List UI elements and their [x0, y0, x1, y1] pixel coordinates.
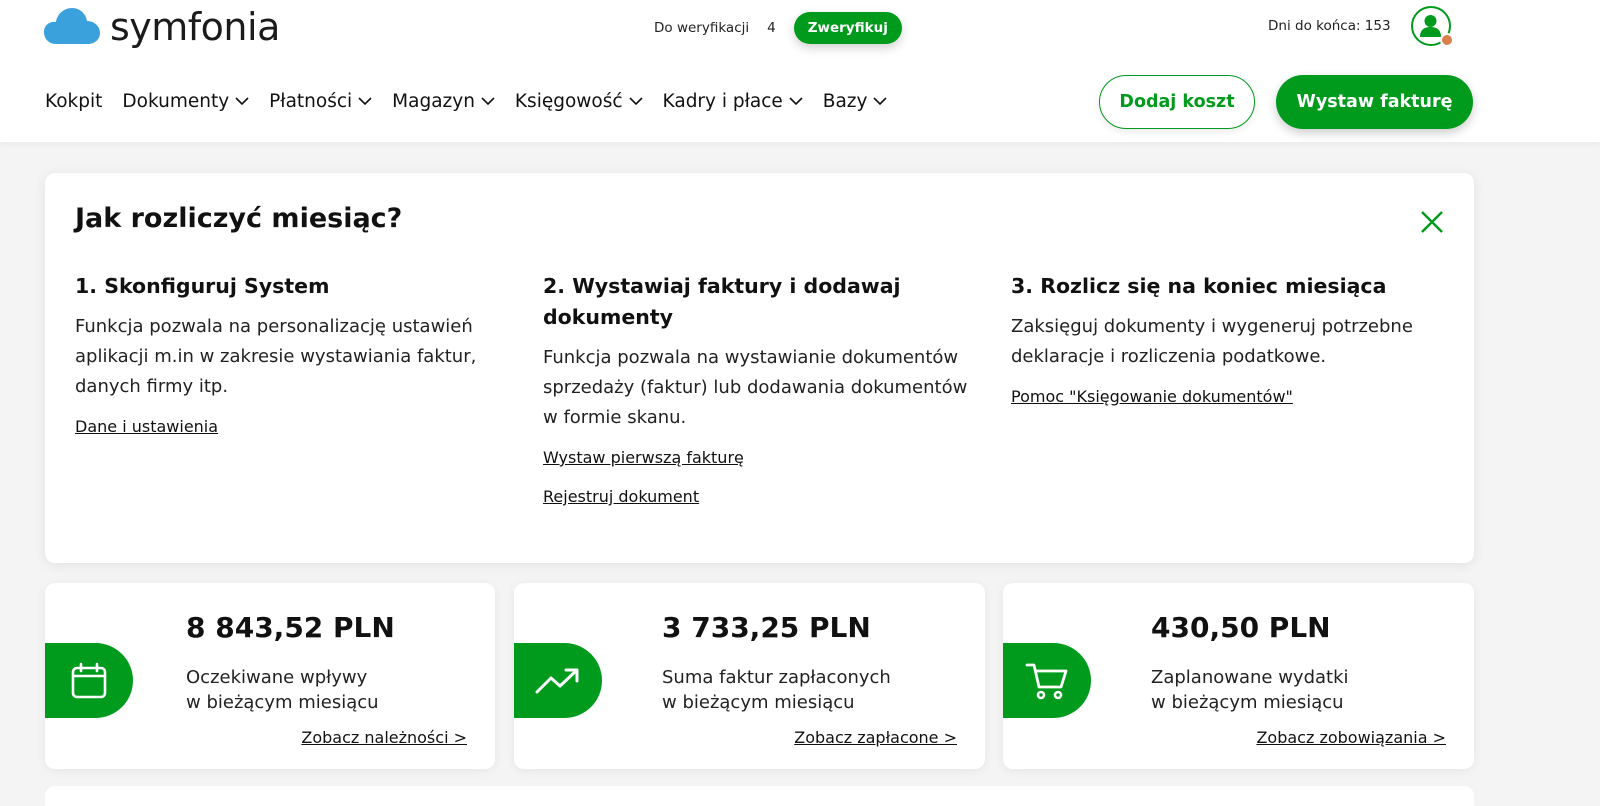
settings-link[interactable]: Dane i ustawienia — [75, 417, 505, 436]
guide-step-1: 1. Skonfiguruj System Funkcja pozwala na… — [75, 271, 505, 456]
status-dot — [1440, 33, 1454, 47]
stat-card-paid-invoices: 3 733,25 PLN Suma faktur zapłaconych w b… — [514, 583, 985, 769]
stat-description: Suma faktur zapłaconych w bieżącym miesi… — [662, 665, 891, 715]
stat-icon-tab — [1003, 643, 1091, 718]
register-document-link[interactable]: Rejestruj dokument — [543, 487, 973, 506]
paid-link[interactable]: Zobacz zapłacone > — [794, 728, 957, 747]
trending-up-icon — [535, 668, 579, 693]
verification-widget: Do weryfikacji 4 Zweryfikuj — [654, 12, 902, 44]
stat-icon-tab — [45, 643, 133, 718]
chevron-down-icon — [789, 96, 803, 106]
stat-description: Zaplanowane wydatki w bieżącym miesiącu — [1151, 665, 1349, 715]
stat-desc-line1: Oczekiwane wpływy — [186, 667, 368, 688]
stat-desc-line2: w bieżącym miesiącu — [662, 692, 855, 713]
first-invoice-link[interactable]: Wystaw pierwszą fakturę — [543, 448, 973, 467]
posting-help-link[interactable]: Pomoc "Księgowanie dokumentów" — [1011, 387, 1441, 406]
chevron-down-icon — [358, 96, 372, 106]
step-title: 2. Wystawiaj faktury i dodawaj dokumenty — [543, 274, 901, 329]
nav-item-label: Kadry i płace — [662, 90, 783, 112]
stat-description: Oczekiwane wpływy w bieżącym miesiącu — [186, 665, 379, 715]
stat-desc-line1: Suma faktur zapłaconych — [662, 667, 891, 688]
top-header: symfonia Do weryfikacji 4 Zweryfikuj Dni… — [0, 0, 1600, 142]
chevron-down-icon — [481, 96, 495, 106]
verify-button[interactable]: Zweryfikuj — [793, 12, 902, 44]
stat-amount: 430,50 PLN — [1151, 611, 1331, 644]
chevron-down-icon — [235, 96, 249, 106]
nav-item-bazy[interactable]: Bazy — [823, 91, 888, 112]
stat-icon-tab — [514, 643, 602, 718]
step-text: Funkcja pozwala na personalizację ustawi… — [75, 316, 477, 397]
nav-item-label: Magazyn — [392, 90, 475, 112]
guide-title: Jak rozliczyć miesiąc? — [75, 203, 403, 234]
calendar-icon — [71, 662, 107, 698]
step-title: 1. Skonfiguruj System — [75, 274, 330, 298]
guide-step-3: 3. Rozlicz się na koniec miesiąca Zaksię… — [1011, 271, 1441, 426]
nav-item-platnosci[interactable]: Płatności — [269, 91, 372, 112]
nav-item-label: Płatności — [269, 90, 353, 112]
month-settlement-guide: Jak rozliczyć miesiąc? 1. Skonfiguruj Sy… — [45, 173, 1474, 563]
user-avatar[interactable] — [1411, 6, 1454, 47]
chevron-down-icon — [628, 96, 643, 106]
close-icon[interactable] — [1419, 209, 1445, 235]
nav-item-kadry[interactable]: Kadry i płace — [663, 91, 803, 112]
logo-text: symfonia — [110, 5, 280, 49]
symfonia-logo[interactable]: symfonia — [44, 2, 280, 52]
chevron-down-icon — [873, 96, 888, 106]
nav-item-label: Dokumenty — [122, 90, 230, 112]
step-title: 3. Rozlicz się na koniec miesiąca — [1011, 274, 1387, 298]
nav-item-label: Bazy — [822, 90, 868, 112]
stat-desc-line2: w bieżącym miesiącu — [1151, 692, 1344, 713]
cloud-icon — [44, 8, 100, 44]
guide-step-2: 2. Wystawiaj faktury i dodawaj dokumenty… — [543, 271, 973, 526]
verify-label: Do weryfikacji — [654, 20, 750, 36]
days-left-label: Dni do końca: 153 — [1268, 18, 1391, 34]
stat-desc-line1: Zaplanowane wydatki — [1151, 667, 1349, 688]
stat-card-expected-income: 8 843,52 PLN Oczekiwane wpływy w bieżący… — [45, 583, 495, 769]
nav-item-label: Kokpit — [45, 90, 103, 112]
stat-card-planned-expenses: 430,50 PLN Zaplanowane wydatki w bieżący… — [1003, 583, 1474, 769]
add-cost-button[interactable]: Dodaj koszt — [1099, 75, 1255, 129]
liabilities-link[interactable]: Zobacz zobowiązania > — [1256, 728, 1446, 747]
nav-item-dokumenty[interactable]: Dokumenty — [122, 91, 249, 112]
nav-item-magazyn[interactable]: Magazyn — [392, 91, 495, 112]
cart-icon — [1025, 663, 1068, 699]
stat-amount: 3 733,25 PLN — [662, 611, 871, 644]
receivables-link[interactable]: Zobacz należności > — [301, 728, 467, 747]
stat-amount: 8 843,52 PLN — [186, 611, 395, 644]
nav-item-label: Księgowość — [514, 90, 623, 112]
nav-item-kokpit[interactable]: Kokpit — [45, 91, 102, 112]
verify-count: 4 — [767, 20, 776, 36]
main-nav: Kokpit Dokumenty Płatności Magazyn Księg… — [45, 88, 907, 114]
nav-item-ksiegowosc[interactable]: Księgowość — [515, 91, 643, 112]
next-card-edge — [45, 786, 1474, 806]
stat-desc-line2: w bieżącym miesiącu — [186, 692, 379, 713]
issue-invoice-button[interactable]: Wystaw fakturę — [1276, 75, 1473, 129]
step-text: Funkcja pozwala na wystawianie dokumentó… — [543, 347, 968, 428]
step-text: Zaksięguj dokumenty i wygeneruj potrzebn… — [1011, 316, 1413, 367]
